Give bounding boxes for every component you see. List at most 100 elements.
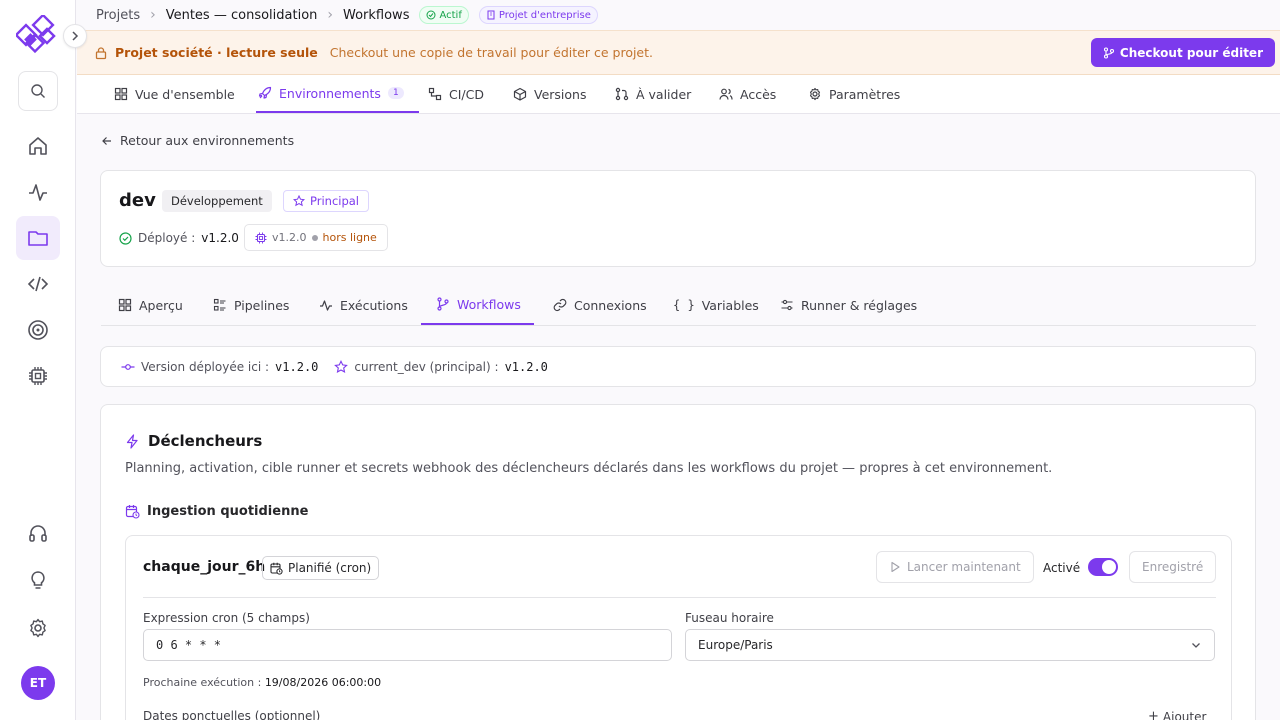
env-tab-pipelines[interactable]: Pipelines (211, 285, 291, 325)
env-tab-variables[interactable]: { } Variables (671, 285, 761, 325)
breadcrumb-separator: › (327, 7, 333, 23)
nav-activity[interactable] (16, 170, 60, 214)
tab-settings[interactable]: Paramètres (806, 75, 902, 113)
tab-label: Environnements (279, 85, 381, 101)
lock-icon (95, 46, 107, 59)
tab-label: Accès (740, 86, 777, 102)
search-icon (31, 84, 45, 98)
cron-label: Expression cron (5 champs) (143, 611, 310, 625)
braces-icon: { } (673, 298, 695, 312)
grid-icon (114, 87, 128, 101)
env-tab-overview[interactable]: Aperçu (116, 285, 185, 325)
nav-home[interactable] (16, 124, 60, 168)
target-icon (28, 320, 48, 340)
users-icon (719, 88, 733, 100)
runner-status: hors ligne (322, 231, 377, 244)
banner-title: Projet société · lecture seule (115, 45, 318, 60)
checkout-label: Checkout pour éditer (1119, 45, 1263, 60)
status-text: Actif (439, 9, 462, 21)
tab-count-badge: 1 (387, 87, 404, 99)
next-run-value: 19/08/2026 06:00:00 (264, 676, 382, 689)
gear-icon (30, 618, 46, 638)
breadcrumb-root[interactable]: Projets (96, 8, 140, 23)
env-tab-workflows[interactable]: Workflows (421, 285, 534, 325)
nav-code[interactable] (16, 262, 60, 306)
nav-projects[interactable] (16, 216, 60, 260)
branch-label: current_dev (principal) : (354, 359, 499, 374)
tab-overview[interactable]: Vue d'ensemble (112, 75, 237, 113)
workflow-name: Ingestion quotidienne (147, 504, 309, 519)
trigger-card: chaque_jour_6h Planifié (cron) Lancer ma… (125, 535, 1232, 720)
breadcrumb-current: Workflows (343, 7, 410, 23)
tab-environments[interactable]: Environnements 1 (256, 75, 419, 113)
triggers-card: Déclencheurs Planning, activation, cible… (100, 404, 1256, 720)
next-run-label: Prochaine exécution : (143, 676, 262, 689)
runner-version: v1.2.0 (272, 231, 307, 244)
project-status-badge: Actif (419, 6, 469, 24)
env-tab-connections[interactable]: Connexions (551, 285, 649, 325)
tab-label: CI/CD (449, 86, 484, 102)
run-now-label: Lancer maintenant (907, 560, 1021, 574)
activity-icon (29, 184, 47, 201)
sidebar-collapse-button[interactable] (63, 24, 87, 48)
add-date-button[interactable]: + Ajouter (1148, 709, 1206, 720)
env-tab-runner-settings[interactable]: Runner & réglages (778, 285, 919, 325)
grid-icon (118, 298, 132, 312)
breadcrumb-separator: › (150, 7, 156, 23)
project-tabs: Vue d'ensemble Environnements 1 CI/CD Ve… (77, 75, 1280, 114)
cron-input[interactable]: 0 6 * * * (143, 629, 672, 661)
workflow-icon (428, 87, 442, 101)
list-icon (213, 298, 226, 311)
nav-settings[interactable] (16, 606, 60, 650)
chip-icon (29, 367, 47, 385)
home-icon (29, 137, 47, 155)
saved-button[interactable]: Enregistré (1129, 551, 1217, 583)
run-now-button[interactable]: Lancer maintenant (876, 551, 1034, 583)
check-circle-icon (119, 231, 132, 245)
trigger-name: chaque_jour_6h (143, 559, 266, 575)
headset-icon (29, 525, 47, 542)
git-branch-icon (1103, 46, 1114, 59)
runner-status-badge: v1.2.0 hors ligne (244, 224, 388, 251)
version-bar: Version déployée ici : v1.2.0 current_de… (100, 346, 1256, 387)
nav-target[interactable] (16, 308, 60, 352)
readonly-banner: Projet société · lecture seule Checkout … (77, 30, 1280, 75)
tab-versions[interactable]: Versions (511, 75, 588, 113)
star-icon (334, 359, 349, 373)
environment-type-badge: Développement (162, 190, 272, 212)
back-to-environments-link[interactable]: Retour aux environnements (101, 133, 294, 148)
timezone-label: Fuseau horaire (685, 611, 774, 625)
nav-runners[interactable] (16, 354, 60, 398)
link-icon (553, 298, 567, 312)
tab-label: Connexions (574, 297, 647, 313)
nav-support[interactable] (16, 511, 60, 555)
breadcrumb: Projets › Ventes — consolidation › Workf… (96, 6, 598, 24)
check-circle-icon (426, 10, 436, 20)
next-run: Prochaine exécution : 19/08/2026 06:00:0… (143, 676, 381, 689)
environment-name: dev (119, 190, 156, 211)
environment-tabs: Aperçu Pipelines Exécutions Workflows Co… (101, 285, 1256, 326)
tab-cicd[interactable]: CI/CD (426, 75, 486, 113)
env-tab-executions[interactable]: Exécutions (317, 285, 410, 325)
tab-to-validate[interactable]: À valider (613, 75, 693, 113)
primary-badge: Principal (283, 190, 370, 212)
user-avatar[interactable]: ET (21, 666, 55, 700)
plus-icon: + (1148, 709, 1159, 720)
star-icon (293, 195, 305, 207)
tab-label: Aperçu (139, 297, 183, 313)
checkout-button[interactable]: Checkout pour éditer (1090, 38, 1275, 67)
deployed-label: Déployé : (138, 231, 196, 245)
workflow-heading: Ingestion quotidienne (125, 504, 308, 519)
timezone-select[interactable]: Europe/Paris (685, 629, 1215, 661)
tab-label: Paramètres (829, 86, 901, 102)
nav-ideas[interactable] (16, 558, 60, 602)
active-toggle[interactable] (1088, 558, 1118, 576)
breadcrumb-project[interactable]: Ventes — consolidation (166, 8, 318, 23)
chip-icon (255, 232, 267, 243)
tab-access[interactable]: Accès (717, 75, 778, 113)
app-logo[interactable] (16, 15, 60, 59)
search-button[interactable] (18, 71, 58, 111)
tab-label: Pipelines (234, 297, 290, 313)
gear-icon (809, 87, 821, 101)
deployed-here-value: v1.2.0 (275, 359, 319, 374)
